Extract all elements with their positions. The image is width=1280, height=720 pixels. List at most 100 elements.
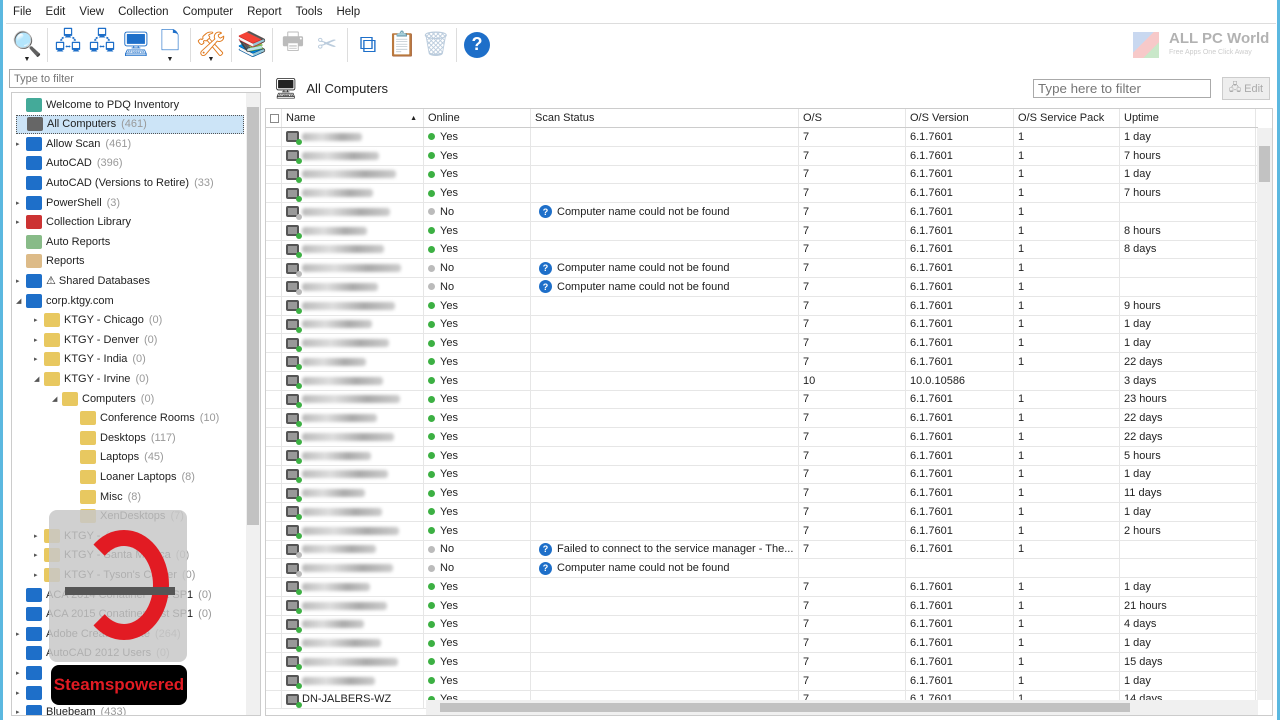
collection-library-button[interactable]: 📚 — [235, 26, 269, 64]
row-selector[interactable] — [266, 259, 282, 277]
tree-item[interactable]: AutoCAD (Versions to Retire) (33) — [16, 173, 214, 192]
column-header-name[interactable]: Name ▲ — [282, 109, 424, 127]
row-selector[interactable] — [266, 371, 282, 390]
row-selector[interactable] — [266, 671, 282, 690]
table-row[interactable]: Yes 7 6.1.7601 1 8 days — [266, 240, 1258, 260]
tree-item[interactable]: ▸ Allow Scan (461) — [16, 134, 131, 153]
row-selector[interactable] — [266, 428, 282, 446]
table-row[interactable]: Yes 7 6.1.7601 1 7 hours — [266, 184, 1258, 203]
tree-item[interactable]: ▸ KTGY - India (0) — [34, 350, 146, 369]
tree-item[interactable]: Loaner Laptops (8) — [70, 467, 195, 486]
expand-arrow-icon[interactable]: ▸ — [16, 199, 26, 207]
expand-arrow-icon[interactable]: ◢ — [52, 395, 62, 403]
computer-button[interactable]: 🖥 — [119, 26, 153, 64]
expand-arrow-icon[interactable]: ▸ — [34, 571, 44, 579]
row-selector[interactable] — [266, 578, 282, 596]
column-header-scan-status[interactable]: Scan Status — [531, 109, 799, 127]
table-row[interactable]: Yes 7 6.1.7601 1 1 day — [266, 165, 1258, 185]
dropdown-arrow-icon[interactable]: ▼ — [167, 56, 174, 63]
table-row[interactable]: Yes 7 6.1.7601 1 1 day — [266, 315, 1258, 335]
tools-button[interactable]: 🛠 ▼ — [194, 26, 228, 64]
menu-computer[interactable]: Computer — [176, 4, 241, 22]
row-selector[interactable] — [266, 690, 282, 709]
table-row[interactable]: Yes 7 6.1.7601 1 15 days — [266, 653, 1258, 672]
column-header-o-s[interactable]: O/S — [799, 109, 906, 127]
tree-item[interactable]: Auto Reports — [16, 232, 115, 251]
row-selector[interactable] — [266, 390, 282, 409]
row-selector[interactable] — [266, 315, 282, 334]
copy-button[interactable]: ⧉ — [351, 26, 385, 64]
tree-item[interactable]: ◢ corp.ktgy.com — [16, 291, 119, 310]
expand-arrow-icon[interactable]: ▸ — [16, 630, 26, 638]
column-header-o-s-version[interactable]: O/S Version — [906, 109, 1014, 127]
table-row[interactable]: No? Computer name could not be found 7 6.1.… — [266, 203, 1258, 222]
expand-arrow-icon[interactable]: ▸ — [34, 551, 44, 559]
expand-arrow-icon[interactable]: ▸ — [34, 316, 44, 324]
row-selector[interactable] — [266, 203, 282, 221]
dropdown-arrow-icon[interactable]: ▼ — [24, 56, 31, 63]
scan-collection-button[interactable]: 🖧 — [51, 26, 85, 64]
paste-button[interactable]: 📋 — [385, 26, 419, 64]
edit-button[interactable]: 🖧 Edit — [1222, 77, 1270, 100]
table-row[interactable]: Yes 7 6.1.7601 1 1 day — [266, 503, 1258, 522]
tree-item[interactable]: AutoCAD (396) — [16, 154, 123, 173]
table-row[interactable]: Yes 7 6.1.7601 1 1 day — [266, 334, 1258, 353]
expand-arrow-icon[interactable]: ▸ — [16, 277, 26, 285]
tree-scrollbar[interactable] — [246, 93, 260, 715]
expand-arrow-icon[interactable]: ▸ — [16, 689, 26, 697]
expand-arrow-icon[interactable]: ▸ — [16, 218, 26, 226]
new-document-button[interactable]: 🗋 ▼ — [153, 26, 187, 64]
tree-item[interactable]: Reports — [16, 252, 90, 271]
row-selector[interactable] — [266, 128, 282, 146]
row-selector[interactable] — [266, 184, 282, 202]
tree-item[interactable]: ▸ KTGY - Chicago (0) — [34, 311, 162, 330]
table-row[interactable]: No? Computer name could not be found — [266, 559, 1258, 578]
table-row[interactable]: Yes 7 6.1.7601 1 1 day — [266, 634, 1258, 653]
row-selector[interactable] — [266, 484, 282, 502]
expand-arrow-icon[interactable]: ▸ — [34, 336, 44, 344]
table-row[interactable]: No? Computer name could not be found 7 6.1.… — [266, 278, 1258, 297]
tree-item[interactable]: ▸ — [16, 663, 51, 682]
table-row[interactable]: Yes 7 6.1.7601 1 9 hours — [266, 296, 1258, 316]
expand-arrow-icon[interactable]: ▸ — [34, 532, 44, 540]
table-row[interactable]: Yes 7 6.1.7601 1 1 day — [266, 578, 1258, 597]
menu-report[interactable]: Report — [240, 4, 289, 22]
row-selector[interactable] — [266, 634, 282, 652]
expand-arrow-icon[interactable]: ◢ — [34, 375, 44, 383]
table-row[interactable]: Yes 7 6.1.7601 1 22 days — [266, 409, 1258, 428]
row-selector[interactable] — [266, 334, 282, 352]
table-row[interactable]: Yes 7 6.1.7601 1 2 hours — [266, 521, 1258, 541]
expand-arrow-icon[interactable]: ▸ — [34, 355, 44, 363]
menu-view[interactable]: View — [72, 4, 111, 22]
table-row[interactable]: Yes 7 6.1.7601 1 21 hours — [266, 596, 1258, 616]
table-row[interactable]: Yes 7 6.1.7601 1 7 hours — [266, 146, 1258, 166]
table-row[interactable]: Yes 7 6.1.7601 1 22 days — [266, 428, 1258, 447]
menu-tools[interactable]: Tools — [289, 4, 330, 22]
expand-arrow-icon[interactable]: ▸ — [16, 140, 26, 148]
row-selector[interactable] — [266, 278, 282, 296]
tree-item[interactable]: Laptops (45) — [70, 448, 164, 467]
table-row[interactable]: Yes 7 6.1.7601 1 1 day — [266, 465, 1258, 485]
row-selector[interactable] — [266, 503, 282, 521]
tree-item[interactable]: ▸ PowerShell (3) — [16, 193, 120, 212]
row-selector[interactable] — [266, 596, 282, 615]
tree-item[interactable]: Welcome to PDQ Inventory — [16, 95, 184, 114]
table-row[interactable]: Yes 7 6.1.7601 1 4 days — [266, 615, 1258, 635]
table-row[interactable]: No? Failed to connect to the service mana… — [266, 540, 1258, 560]
table-row[interactable]: Yes 7 6.1.7601 1 23 hours — [266, 390, 1258, 410]
table-row[interactable]: No? Computer name could not be found 7 6.1.… — [266, 259, 1258, 278]
menu-help[interactable]: Help — [329, 4, 367, 22]
search-button[interactable]: 🔍 ▼ — [10, 26, 44, 64]
column-header-uptime[interactable]: Uptime — [1120, 109, 1256, 127]
table-row[interactable]: Yes 10 10.0.10586 3 days — [266, 371, 1258, 391]
row-selector[interactable] — [266, 221, 282, 240]
expand-arrow-icon[interactable]: ◢ — [16, 297, 26, 305]
row-selector[interactable] — [266, 165, 282, 184]
expand-arrow-icon[interactable]: ▸ — [16, 669, 26, 677]
column-header-o-s-service-pack[interactable]: O/S Service Pack — [1014, 109, 1120, 127]
scan-computers-button[interactable]: 🖧 — [85, 26, 119, 64]
row-selector[interactable] — [266, 615, 282, 634]
dropdown-arrow-icon[interactable]: ▼ — [208, 56, 215, 63]
horizontal-scrollbar[interactable] — [426, 700, 1258, 715]
row-selector[interactable] — [266, 446, 282, 465]
